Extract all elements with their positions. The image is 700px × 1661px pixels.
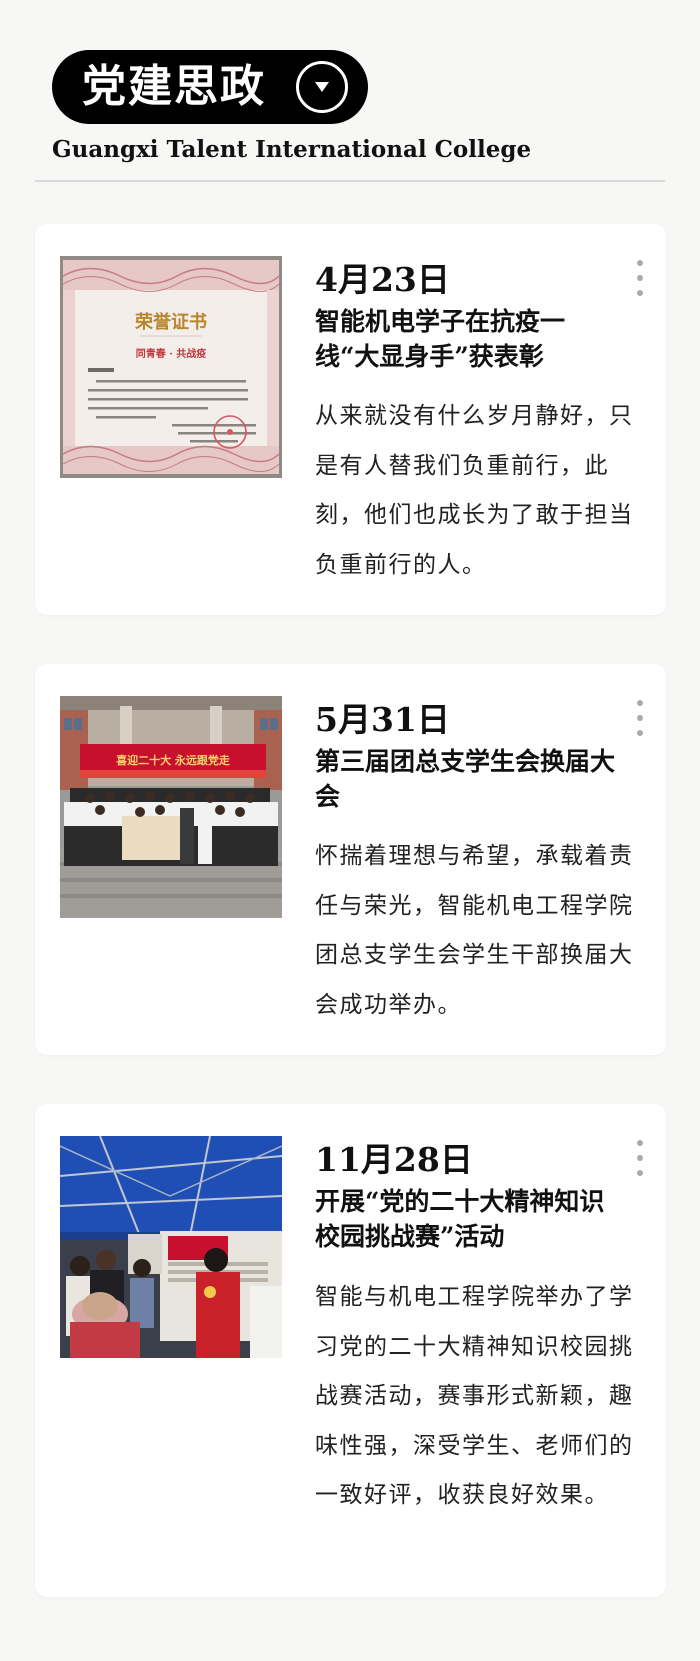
article-title[interactable]: 开展“党的二十大精神知识校园挑战赛”活动: [315, 1184, 615, 1254]
article-card[interactable]: 喜迎二十大 永远跟党走 5月31日 第三届团总支学生会换届大会 怀揣着理想与希望…: [35, 664, 666, 1055]
dropdown-toggle-button[interactable]: [296, 61, 348, 113]
article-card[interactable]: 荣誉证书 同青春 · 共战疫 4月23日 智能机电学子在抗疫一线“大显身手”获表…: [35, 224, 666, 615]
more-options-button[interactable]: [632, 700, 648, 736]
certificate-slogan: 同青春 · 共战疫: [136, 347, 206, 360]
more-dot-icon: [637, 1155, 643, 1161]
college-name: Guangxi Talent International College: [52, 136, 532, 163]
more-options-button[interactable]: [632, 1140, 648, 1176]
more-dot-icon: [637, 275, 643, 281]
caret-down-icon: [315, 82, 329, 92]
article-date: 5月31日: [315, 700, 450, 739]
article-thumbnail[interactable]: 荣誉证书 同青春 · 共战疫: [60, 256, 282, 478]
group-photo-image: 喜迎二十大 永远跟党走: [60, 696, 282, 918]
banner-text: 喜迎二十大 永远跟党走: [116, 753, 230, 767]
article-thumbnail[interactable]: 喜迎二十大 永远跟党走: [60, 696, 282, 918]
more-dot-icon: [637, 260, 643, 266]
more-options-button[interactable]: [632, 260, 648, 296]
more-dot-icon: [637, 290, 643, 296]
more-dot-icon: [637, 1170, 643, 1176]
article-date: 4月23日: [315, 260, 450, 299]
more-dot-icon: [637, 1140, 643, 1146]
article-date: 11月28日: [315, 1140, 473, 1179]
page-header: 党建思政 Guangxi Talent International Colleg…: [0, 0, 700, 182]
article-description: 从来就没有什么岁月静好，只是有人替我们负重前行，此刻，他们也成长为了敢于担当负重…: [315, 403, 634, 578]
honor-certificate-image: 荣誉证书 同青春 · 共战疫: [60, 256, 282, 478]
article-description: 智能与机电工程学院举办了学习党的二十大精神知识校园挑战赛活动，赛事形式新颖，趣味…: [315, 1284, 634, 1508]
section-title-pill[interactable]: 党建思政: [52, 50, 368, 124]
outdoor-event-image: [60, 1136, 282, 1358]
article-title[interactable]: 智能机电学子在抗疫一线“大显身手”获表彰: [315, 304, 615, 374]
article-title[interactable]: 第三届团总支学生会换届大会: [315, 744, 615, 814]
certificate-title: 荣誉证书: [134, 311, 207, 333]
more-dot-icon: [637, 700, 643, 706]
more-dot-icon: [637, 730, 643, 736]
section-title: 党建思政: [82, 61, 266, 112]
article-card[interactable]: 11月28日 开展“党的二十大精神知识校园挑战赛”活动 智能与机电工程学院举办了…: [35, 1104, 666, 1597]
more-dot-icon: [637, 715, 643, 721]
article-thumbnail[interactable]: [60, 1136, 282, 1358]
article-description: 怀揣着理想与希望，承载着责任与荣光，智能机电工程学院团总支学生会学生干部换届大会…: [315, 843, 634, 1018]
header-divider: [35, 180, 665, 182]
